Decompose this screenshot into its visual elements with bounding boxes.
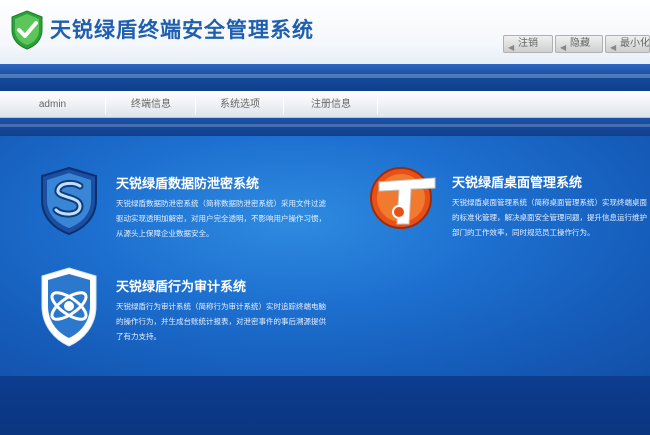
module-audit-desc: 天锐绿盾行为审计系统（简称行为审计系统）实时追踪终端电脑的操作行为，并生成台账统… xyxy=(116,302,326,341)
footer-area xyxy=(0,376,650,435)
band-stripe xyxy=(0,74,650,78)
main-panel: 天锐绿盾数据防泄密系统 天锐绿盾数据防泄密系统（简称数据防泄密系统）采用文件过滤… xyxy=(0,136,650,376)
hide-icon: ◀ xyxy=(560,43,567,52)
main-nav: admin 终端信息 系统选项 注册信息 xyxy=(0,91,650,118)
app-header: 天锐绿盾终端安全管理系统 ◀ 注销 ◀ 隐藏 ◀ 最小化 xyxy=(0,0,650,64)
nav-item-terminal-info[interactable]: 终端信息 xyxy=(107,91,195,118)
nav-bottom-band xyxy=(0,118,650,136)
minimize-button[interactable]: ◀ 最小化 xyxy=(605,35,650,53)
nav-item-admin[interactable]: admin xyxy=(0,91,105,118)
module-desktop-desc: 天锐绿盾桌面管理系统（简称桌面管理系统）实现终端桌面的标准化管理，解决桌面安全管… xyxy=(452,198,647,237)
module-desktop[interactable]: 天锐绿盾桌面管理系统 天锐绿盾桌面管理系统（简称桌面管理系统）实现终端桌面的标准… xyxy=(365,164,650,274)
module-dlp-desc: 天锐绿盾数据防泄密系统（简称数据防泄密系统）采用文件过滤驱动实现透明加解密，对用… xyxy=(116,199,326,238)
module-desktop-name: 天锐绿盾桌面管理系统 xyxy=(452,176,583,191)
logout-button[interactable]: ◀ 注销 xyxy=(503,35,553,53)
nav-divider xyxy=(377,95,378,114)
header-band xyxy=(0,64,650,91)
nav-item-system-options[interactable]: 系统选项 xyxy=(197,91,283,118)
app-title: 天锐绿盾终端安全管理系统 xyxy=(50,18,314,42)
nav-divider xyxy=(105,95,106,114)
hide-button[interactable]: ◀ 隐藏 xyxy=(555,35,603,53)
nav-divider xyxy=(283,95,284,114)
nav-divider xyxy=(195,95,196,114)
logout-icon: ◀ xyxy=(508,43,515,52)
module-dlp-name: 天锐绿盾数据防泄密系统 xyxy=(116,177,260,192)
module-audit-name: 天锐绿盾行为审计系统 xyxy=(116,280,247,295)
nav-item-registration[interactable]: 注册信息 xyxy=(285,91,377,118)
window-controls: ◀ 注销 ◀ 隐藏 ◀ 最小化 xyxy=(503,35,650,53)
module-audit[interactable]: 天锐绿盾行为审计系统 天锐绿盾行为审计系统（简称行为审计系统）实时追踪终端电脑的… xyxy=(38,266,328,376)
white-shield-orbit-icon xyxy=(41,267,97,347)
band-stripe xyxy=(0,124,650,127)
blue-shield-s-icon xyxy=(41,166,97,236)
green-shield-check-icon xyxy=(11,10,43,50)
minimize-icon: ◀ xyxy=(610,43,617,52)
module-dlp[interactable]: 天锐绿盾数据防泄密系统 天锐绿盾数据防泄密系统（简称数据防泄密系统）采用文件过滤… xyxy=(38,166,328,276)
orange-t-circle-icon xyxy=(370,167,436,229)
